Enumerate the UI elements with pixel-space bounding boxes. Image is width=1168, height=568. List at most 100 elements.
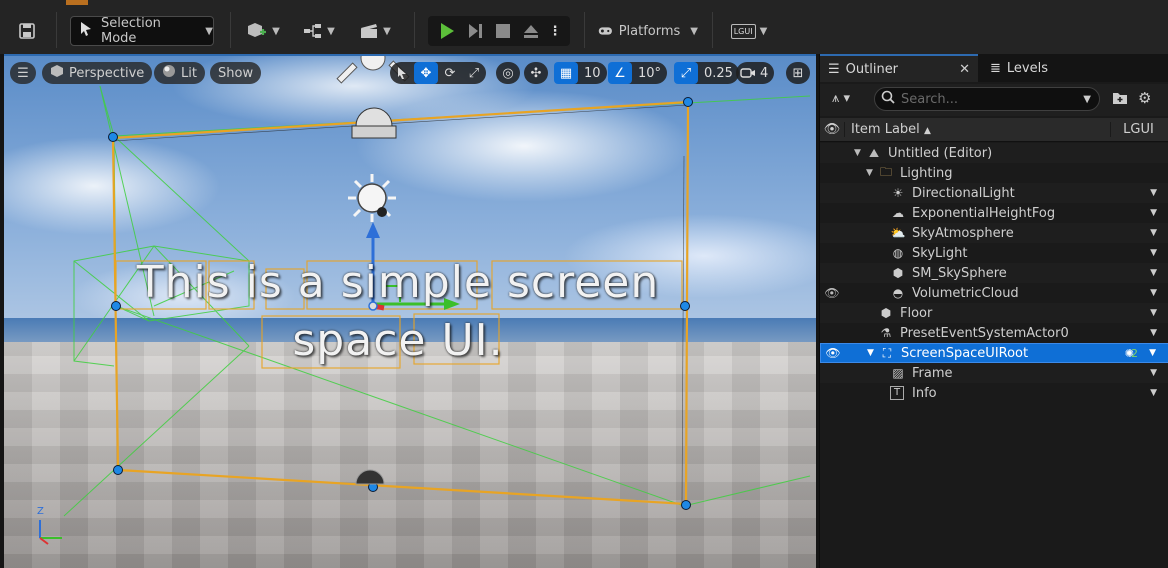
blueprints-button[interactable]: ▼	[298, 16, 340, 46]
chevron-down-icon[interactable]: ▼	[1150, 288, 1157, 298]
chevron-down-icon[interactable]: ▼	[1150, 308, 1157, 318]
chevron-down-icon[interactable]: ▼	[1150, 228, 1157, 238]
rotate-icon[interactable]: ⟳	[438, 62, 462, 84]
level-viewport[interactable]: Z This is a simple screen space UI. ☰ Pe…	[4, 54, 816, 568]
tree-item-label: SkyAtmosphere	[912, 225, 1014, 241]
platforms-dropdown[interactable]: Platforms ▼	[598, 16, 698, 46]
scale-snap-value[interactable]: 0.25	[698, 66, 739, 81]
chevron-down-icon[interactable]: ▼	[1150, 248, 1157, 258]
tree-row-frame[interactable]: ▨ Frame ▼	[820, 363, 1168, 383]
expand-arrow-icon[interactable]: ▼	[867, 348, 874, 358]
viewport-menu-button[interactable]: ☰	[10, 62, 36, 84]
more-options-icon[interactable]: ⋮	[545, 24, 565, 39]
tree-row-lighting[interactable]: ▼ 🗀 Lighting	[820, 163, 1168, 183]
camera-speed-group: 4	[736, 62, 775, 84]
chevron-down-icon[interactable]: ▼	[1083, 94, 1091, 105]
outliner-search-row: ⩚ ▾ ▼ ⚙	[820, 84, 1168, 116]
level-icon: ⛰	[868, 145, 880, 160]
chevron-down-icon[interactable]: ▼	[1150, 388, 1157, 398]
levels-icon: ≣	[990, 60, 1001, 76]
chevron-down-icon[interactable]: ▼	[1150, 328, 1157, 338]
layout-toggle: ⊞	[786, 62, 810, 84]
grid-icon[interactable]: ▦	[554, 62, 578, 84]
globe-icon[interactable]: ◎	[496, 62, 520, 84]
eject-icon[interactable]	[517, 23, 545, 39]
tree-item-label: Info	[912, 385, 937, 401]
chevron-down-icon[interactable]: ▼	[1150, 368, 1157, 378]
tree-row-skyatmosphere[interactable]: ⛅ SkyAtmosphere ▼	[820, 223, 1168, 243]
expand-arrow-icon[interactable]: ▼	[866, 168, 873, 178]
tree-row-floor[interactable]: ⬢ Floor ▼	[820, 303, 1168, 323]
lgui-sun-icon: ✺	[1124, 346, 1134, 360]
tree-row-info[interactable]: T Info ▼	[820, 383, 1168, 403]
tab-outliner[interactable]: ☰ Outliner ✕	[820, 54, 978, 82]
camera-icon[interactable]	[736, 62, 760, 84]
stop-icon[interactable]	[489, 24, 517, 38]
image-icon: ▨	[892, 366, 904, 380]
item-label-column[interactable]: Item Label ▲	[844, 122, 1110, 137]
item-label-column-text: Item Label	[851, 122, 920, 137]
lgui-column[interactable]: LGUI	[1110, 122, 1166, 137]
add-actor-button[interactable]: ▼	[242, 16, 284, 46]
tree-item-label: ExponentialHeightFog	[912, 205, 1056, 221]
surface-snap-icon[interactable]: ✣	[524, 62, 548, 84]
tree-row-untitled[interactable]: ▼ ⛰ Untitled (Editor)	[820, 143, 1168, 163]
lit-button[interactable]: Lit	[154, 62, 205, 84]
scale-icon[interactable]: ⤢	[462, 62, 486, 84]
perspective-button[interactable]: Perspective	[42, 62, 153, 84]
camera-speed-value[interactable]: 4	[760, 66, 774, 81]
tab-levels[interactable]: ≣ Levels	[982, 54, 1048, 82]
select-arrow-icon[interactable]	[390, 62, 414, 84]
viewport-layout-icon[interactable]: ⊞	[786, 62, 810, 84]
outliner-search: ▼	[874, 87, 1100, 111]
step-icon[interactable]	[461, 22, 489, 40]
chevron-down-icon[interactable]: ▼	[1149, 348, 1156, 358]
cinematics-button[interactable]: ▼	[354, 16, 396, 46]
chevron-down-icon[interactable]: ▼	[1150, 208, 1157, 218]
show-label: Show	[218, 65, 254, 81]
tree-row-preseteventsystemactor[interactable]: ⚗ PresetEventSystemActor0 ▼	[820, 323, 1168, 343]
toolbar-separator	[712, 12, 713, 48]
angle-icon[interactable]: ∠	[608, 62, 632, 84]
transform-tools: ✥ ⟳ ⤢	[390, 62, 486, 84]
selection-mode-dropdown[interactable]: Selection Mode ▼	[70, 16, 214, 46]
scale-snap-icon[interactable]: ⤢	[674, 62, 698, 84]
lgui-menu-button[interactable]: LGUI ▼	[724, 16, 774, 46]
main-toolbar: Selection Mode ▼ ▼ ▼ ▼ ⋮ Platforms ▼ LGU…	[0, 0, 1168, 54]
save-icon[interactable]	[12, 16, 42, 46]
play-icon[interactable]	[433, 22, 461, 40]
outliner-tree: ▼ ⛰ Untitled (Editor) ▼ 🗀 Lighting ☀ Dir…	[820, 143, 1168, 403]
screen-space-ui-text[interactable]: This is a simple screen space UI.	[114, 254, 682, 370]
toolbar-separator	[56, 12, 57, 48]
chevron-down-icon[interactable]: ▼	[1150, 188, 1157, 198]
expand-arrow-icon[interactable]: ▼	[854, 148, 861, 158]
visibility-column-icon[interactable]: 👁	[820, 122, 844, 137]
search-input[interactable]	[901, 91, 1071, 107]
tree-row-exponentialheightfog[interactable]: ☁ ExponentialHeightFog ▼	[820, 203, 1168, 223]
ui-text-line-2: space UI.	[292, 315, 504, 366]
tree-row-skylight[interactable]: ◍ SkyLight ▼	[820, 243, 1168, 263]
close-icon[interactable]: ✕	[959, 62, 970, 77]
outliner-panel: ☰ Outliner ✕ ≣ Levels ⩚ ▾ ▼ ⚙	[819, 54, 1168, 568]
rotation-snap-value[interactable]: 10°	[632, 66, 667, 81]
play-controls: ⋮	[428, 16, 570, 46]
tree-item-label: PresetEventSystemActor0	[900, 325, 1069, 341]
visibility-eye-icon[interactable]: 👁	[824, 286, 840, 300]
tree-row-volumetriccloud[interactable]: 👁 ◓ VolumetricCloud ▼	[820, 283, 1168, 303]
chevron-down-icon[interactable]: ▼	[1150, 268, 1157, 278]
chevron-down-icon: ▼	[690, 25, 698, 37]
translate-icon[interactable]: ✥	[414, 62, 438, 84]
tree-item-label: SkyLight	[912, 245, 968, 261]
tree-row-directionallight[interactable]: ☀ DirectionalLight ▼	[820, 183, 1168, 203]
directional-light-gizmo	[348, 174, 396, 222]
add-folder-icon[interactable]	[1112, 91, 1128, 109]
tab-levels-label: Levels	[1006, 60, 1048, 76]
visibility-eye-icon[interactable]: 👁	[825, 346, 841, 360]
tree-row-screenspaceuiroot[interactable]: 👁 ▼ ⛶ ScreenSpaceUIRoot 2 ✺ ▼	[820, 343, 1168, 363]
filter-icon[interactable]: ⩚ ▾	[832, 91, 850, 106]
grid-snap-value[interactable]: 10	[578, 66, 607, 81]
show-button[interactable]: Show	[210, 62, 262, 84]
ui-text-line-1: This is a simple screen	[136, 257, 660, 308]
gear-icon[interactable]: ⚙	[1138, 89, 1151, 107]
tree-row-sm-skysphere[interactable]: ⬢ SM_SkySphere ▼	[820, 263, 1168, 283]
